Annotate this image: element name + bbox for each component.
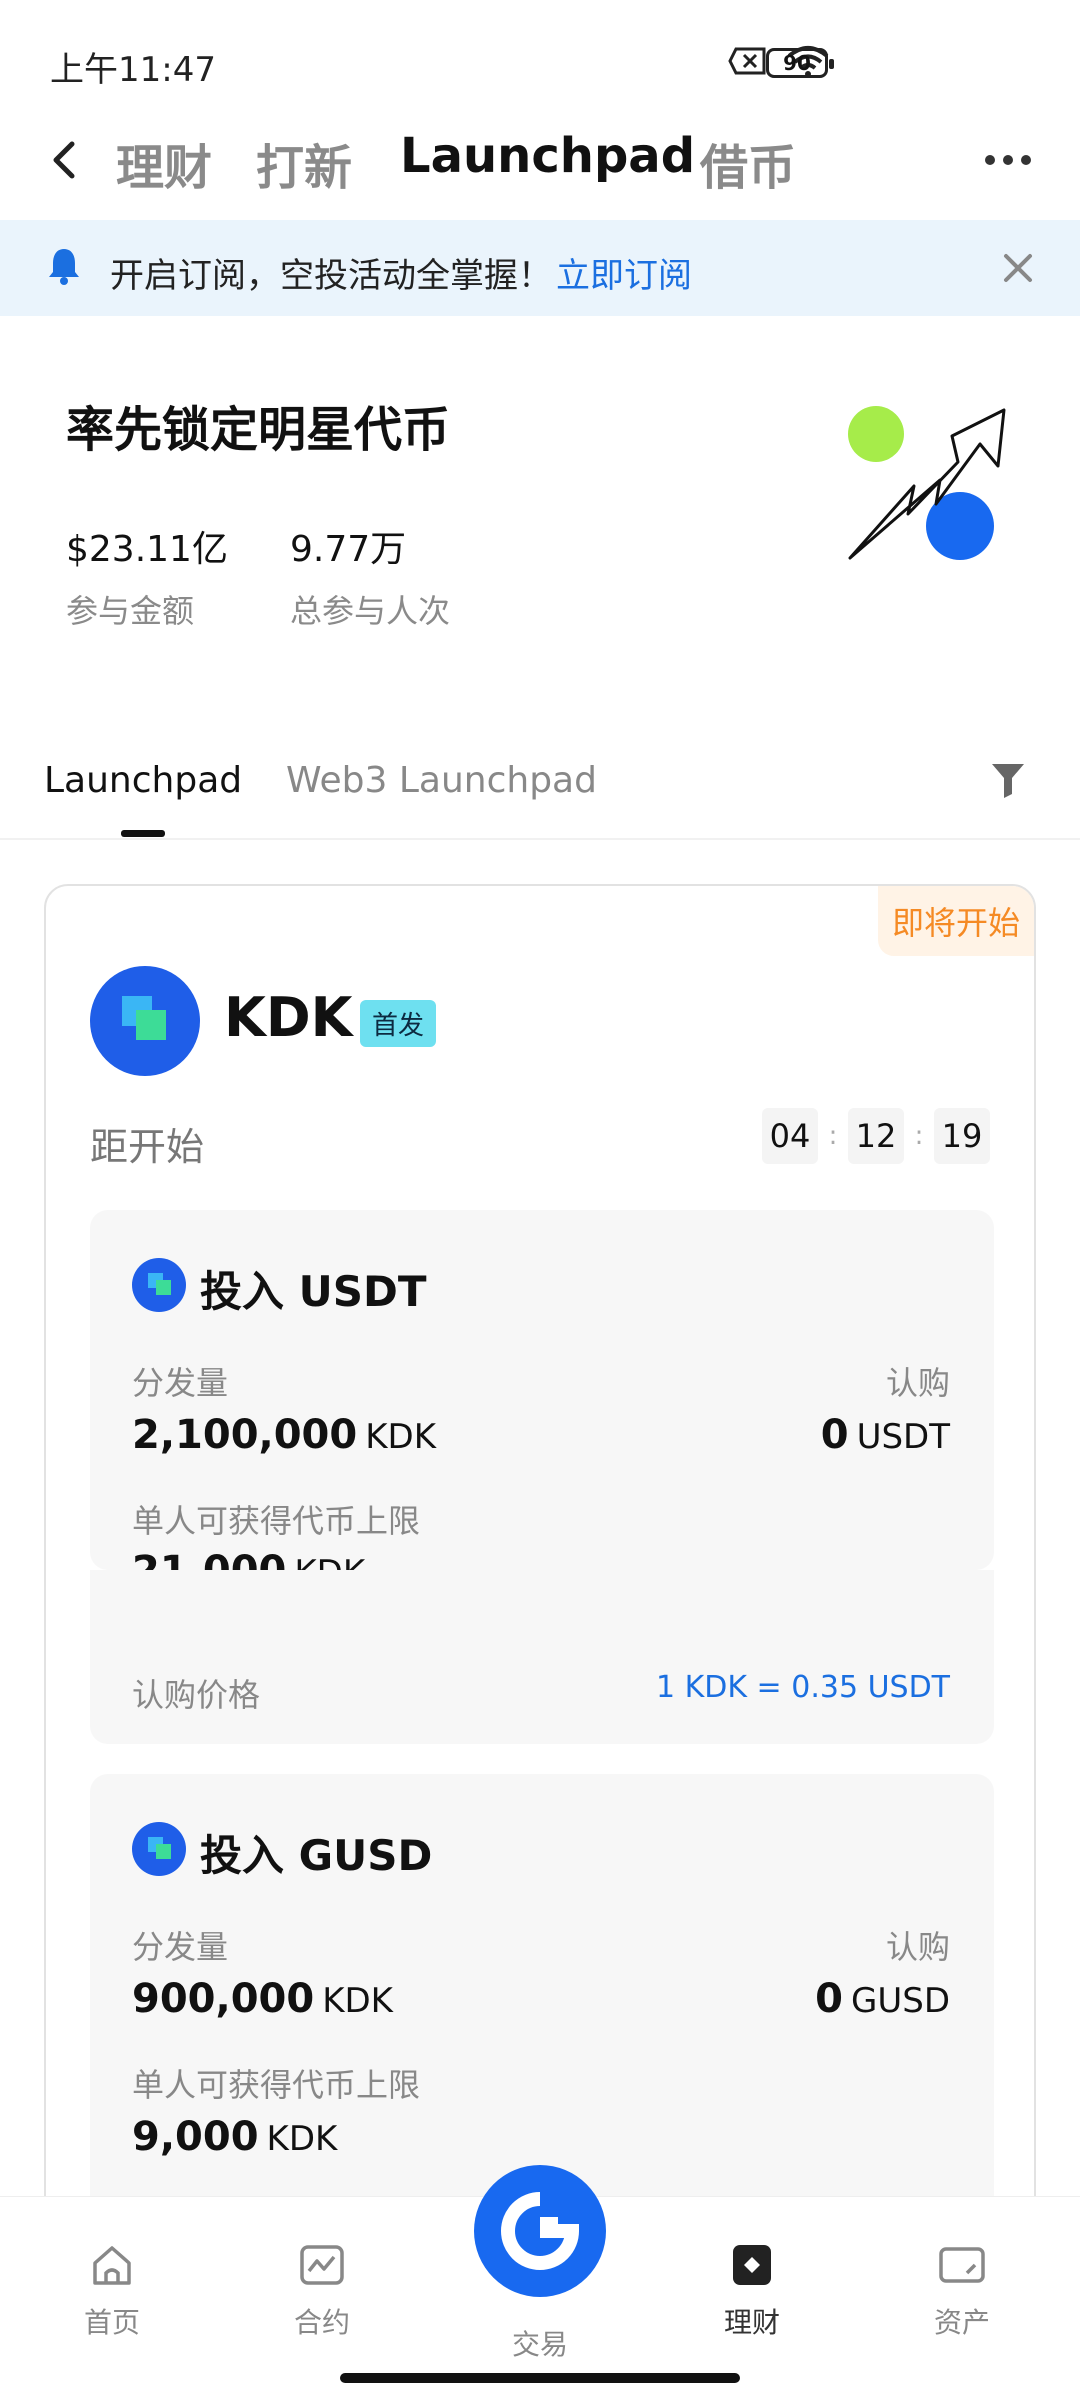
dist-label: 分发量 (132, 1364, 229, 1402)
banner-text: 开启订阅，空投活动全掌握！ (110, 256, 552, 296)
dist-value: 2,100,000 KDK (132, 1412, 436, 1458)
countdown-label: 距开始 (90, 1125, 205, 1169)
finance-icon (733, 2245, 771, 2285)
sub-label: 认购 (885, 1928, 950, 1966)
project-card[interactable]: 即将开始 KDK 首发 距开始 04 : 12 : 19 投入 USDT 分发量… (44, 884, 1036, 2324)
hero-title: 率先锁定明星代币 (66, 402, 451, 458)
more-dot (985, 155, 995, 165)
limit-label: 单人可获得代币上限 (132, 2066, 421, 2104)
bell-icon (49, 249, 79, 285)
status-bar: 上午11:47 90 (0, 0, 1080, 120)
usdt-pool-icon (132, 1258, 186, 1312)
subscribe-banner: 开启订阅，空投活动全掌握！ 立即订阅 (0, 220, 1080, 316)
countdown-hours: 04 (762, 1108, 818, 1164)
sub-tabs: Launchpad Web3 Launchpad (0, 740, 1080, 840)
trend-illustration (848, 406, 1006, 560)
subscribe-link[interactable]: 立即订阅 (556, 248, 692, 297)
sim-off-icon (728, 47, 766, 75)
home-icon (93, 2246, 131, 2285)
tab-licai[interactable]: 理财 (116, 128, 212, 198)
tab-daxin[interactable]: 打新 (256, 128, 352, 198)
price-label: 认购价格 (132, 1676, 261, 1714)
stat-value: 9.77万 (290, 529, 407, 570)
filter-icon[interactable] (990, 760, 1026, 800)
countdown-minutes: 12 (848, 1108, 904, 1164)
status-time: 上午11:47 (50, 50, 216, 90)
stat-label: 总参与人次 (290, 592, 451, 630)
nav-contract[interactable]: 合约 (262, 2243, 382, 2341)
token-name: KDK (224, 986, 353, 1049)
back-button[interactable] (44, 132, 94, 188)
battery-indicator: 90 (766, 48, 834, 78)
nav-assets[interactable]: 资产 (902, 2243, 1022, 2341)
trade-button[interactable] (474, 2165, 606, 2297)
pool-usdt-footer: 认购价格 1 KDK = 0.35 USDT (90, 1570, 994, 1744)
countdown-seconds: 19 (934, 1108, 990, 1164)
sub-value: 0 GUSD (815, 1976, 950, 2022)
dist-value: 900,000 KDK (132, 1976, 393, 2022)
bottom-nav: 首页 合约 交易 理财 资产 (0, 2165, 1080, 2400)
active-tab-underline (121, 830, 165, 837)
token-logo (90, 966, 200, 1076)
nav-finance[interactable]: 理财 (692, 2243, 812, 2341)
more-dot (1021, 155, 1031, 165)
contract-icon (300, 2245, 344, 2285)
limit-label: 单人可获得代币上限 (132, 1502, 421, 1540)
pool-title: 投入 GUSD (200, 1831, 433, 1880)
more-dot (1003, 155, 1013, 165)
limit-value: 9,000 KDK (132, 2114, 338, 2160)
first-launch-tag: 首发 (360, 1000, 437, 1047)
sub-label: 认购 (885, 1364, 950, 1402)
stat-amount: $23.11亿 参与金额 (66, 520, 228, 632)
dist-label: 分发量 (132, 1928, 229, 1966)
trade-icon (501, 2192, 580, 2270)
tab-launchpad[interactable]: Launchpad (400, 128, 695, 184)
gusd-pool-icon (132, 1822, 186, 1876)
trade-label: 交易 (511, 2328, 568, 2361)
subtab-launchpad[interactable]: Launchpad (44, 760, 242, 801)
close-icon[interactable] (996, 246, 1040, 290)
pool-title: 投入 USDT (200, 1267, 427, 1316)
tab-jiebi[interactable]: 借币 (700, 128, 796, 198)
wallet-icon (939, 2247, 985, 2283)
pool-usdt[interactable]: 投入 USDT 分发量 2,100,000 KDK 认购 0 USDT 单人可获得代… (90, 1210, 994, 1570)
top-nav: 理财 打新 Launchpad 借币 (0, 110, 1080, 210)
price-value: 1 KDK = 0.35 USDT (655, 1670, 950, 1705)
chevron-left-icon (53, 141, 75, 179)
stat-label: 参与金额 (66, 592, 195, 630)
sub-value: 0 USDT (820, 1412, 950, 1458)
stat-participants: 9.77万 总参与人次 (290, 520, 450, 632)
status-badge: 即将开始 (877, 886, 1034, 956)
stat-value: $23.11亿 (66, 529, 228, 570)
countdown: 04 : 12 : 19 (762, 1108, 990, 1164)
home-indicator (340, 2373, 740, 2383)
more-button[interactable] (978, 140, 1038, 180)
subtab-web3-launchpad[interactable]: Web3 Launchpad (286, 760, 597, 801)
nav-home[interactable]: 首页 (52, 2243, 172, 2341)
